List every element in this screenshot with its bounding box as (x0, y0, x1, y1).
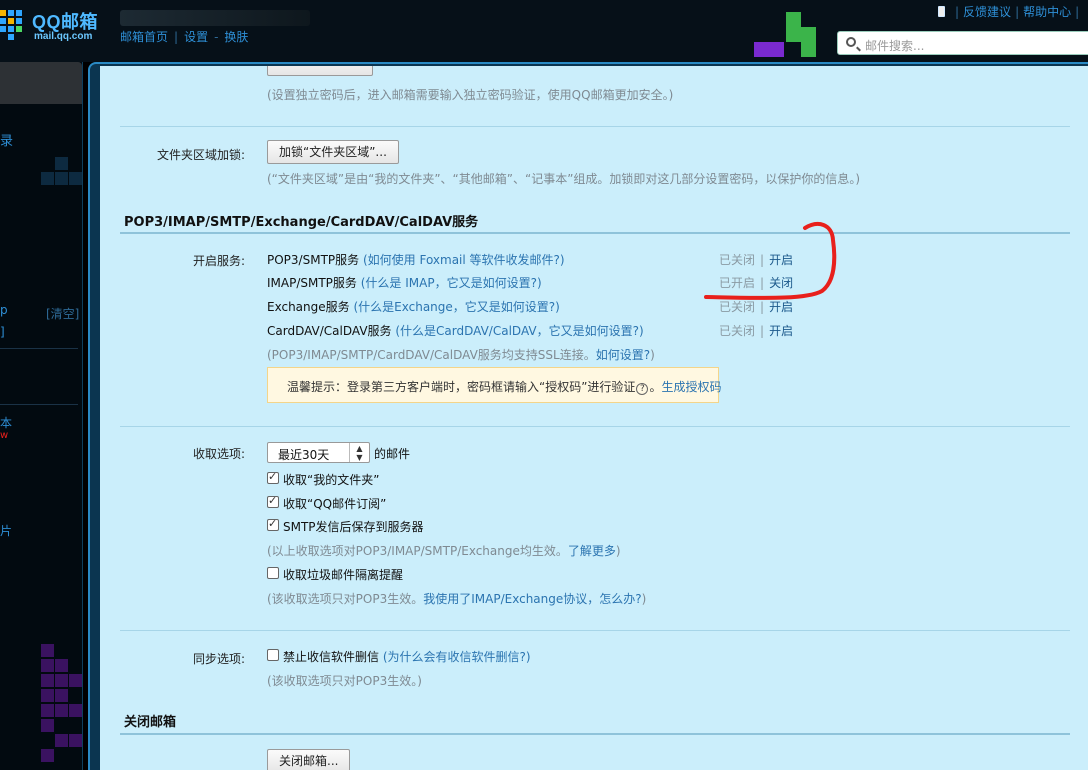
nav-skin-link[interactable]: 换肤 (224, 30, 248, 44)
smtp-save-checkbox[interactable] (267, 517, 279, 531)
nav-settings-link[interactable]: 设置 (184, 30, 208, 44)
service-name: CardDAV/CalDAV服务 (267, 324, 392, 338)
close-mailbox-button[interactable]: 关闭邮箱... (267, 749, 351, 770)
top-links: | 反馈建议 | 帮助中心 | (938, 3, 1083, 20)
sync-hint: (该收取选项只对POP3生效。) (267, 674, 422, 688)
search-input[interactable]: 邮件搜索... (865, 37, 924, 54)
receive-range-select[interactable]: 最近30天 ▲ ▼ (267, 442, 370, 463)
service-status-carddav: 已关闭 | 开启 (719, 324, 794, 338)
receive-my-folders-label: 收取“我的文件夹” (283, 473, 380, 487)
service-row-carddav: CardDAV/CalDAV服务 (什么是CardDAV/CalDAV，它又是如… (267, 322, 644, 339)
receive-hint: (以上收取选项对POP3/IMAP/SMTP/Exchange均生效。了解更多) (267, 544, 621, 558)
ssl-hint: (POP3/IMAP/SMTP/CardDAV/CalDAV服务均支持SSL连接… (267, 348, 655, 362)
settings-panel: (设置独立密码后，进入邮箱需要输入独立密码验证，使用QQ邮箱更加安全。) 文件夹… (100, 66, 1088, 770)
service-row-pop3: POP3/SMTP服务 (如何使用 Foxmail 等软件收发邮件?) (267, 251, 565, 268)
tetris-decoration (752, 12, 818, 60)
left-sidebar: 录 [清空] p ] 本 w 片 (0, 62, 83, 770)
top-bar: QQ邮箱 mail.qq.com 邮箱首页 | 设置 - 换肤 | 反馈建议 | 帮助中心 | … (0, 0, 1088, 62)
receive-qq-subscription-checkbox[interactable] (267, 494, 279, 508)
sidebar-new-badge: w (0, 430, 9, 441)
service-name: POP3/SMTP服务 (267, 253, 360, 267)
spam-notice-checkbox[interactable] (267, 567, 279, 579)
enable-carddav-link[interactable]: 开启 (769, 324, 793, 338)
user-account-blurred (120, 10, 310, 26)
receive-options-label: 收取选项: (192, 447, 245, 461)
feedback-link[interactable]: 反馈建议 (963, 5, 1011, 19)
generate-auth-code-link[interactable]: 生成授权码 (661, 380, 721, 394)
enable-exchange-link[interactable]: 开启 (769, 300, 793, 314)
help-question-icon[interactable]: ? (636, 383, 649, 395)
service-row-exchange: Exchange服务 (什么是Exchange，它又是如何设置?) (267, 298, 560, 315)
help-center-link[interactable]: 帮助中心 (1023, 5, 1071, 19)
receive-range-suffix: 的邮件 (374, 447, 411, 461)
folder-lock-button[interactable]: 加锁“文件夹区域”... (267, 140, 399, 164)
logo-domain: mail.qq.com (34, 31, 93, 42)
service-status-pop3: 已关闭 | 开启 (719, 253, 794, 267)
receive-qq-subscription-label: 收取“QQ邮件订阅” (283, 497, 387, 511)
service-help-link[interactable]: (什么是Exchange，它又是如何设置?) (353, 300, 559, 314)
logo-icon (0, 10, 28, 44)
receive-my-folders-checkbox[interactable] (267, 470, 279, 484)
sync-options-label: 同步选项: (192, 652, 245, 666)
sidebar-fragment-notes[interactable]: 本 (0, 414, 12, 431)
ssl-howto-link[interactable]: 如何设置? (596, 348, 650, 362)
service-name: IMAP/SMTP服务 (267, 276, 357, 290)
why-delete-link[interactable]: (为什么会有收信软件删信?) (383, 650, 531, 664)
enable-pop3-link[interactable]: 开启 (769, 253, 793, 267)
top-nav: 邮箱首页 | 设置 - 换肤 (120, 30, 249, 44)
select-arrow-icon: ▲ ▼ (349, 443, 369, 462)
service-help-link[interactable]: (什么是 IMAP，它又是如何设置?) (361, 276, 542, 290)
sidebar-header (0, 62, 82, 104)
tip-text: 温馨提示：登录第三方客户端时，密码框请输入“授权码”进行验证 (287, 380, 636, 394)
forbid-delete-label: 禁止收信软件删信 (283, 650, 380, 664)
folder-lock-hint: (“文件夹区域”是由“我的文件夹”、“其他邮箱”、“记事本”组成。加锁即对这几部… (267, 172, 861, 186)
sidebar-clear-link[interactable]: [清空] (46, 305, 79, 322)
pop3-section-title: POP3/IMAP/SMTP/Exchange/CardDAV/CalDAV服务 (124, 215, 479, 230)
mobile-icon[interactable] (938, 6, 945, 17)
auth-code-tip-box: 温馨提示：登录第三方客户端时，密码框请输入“授权码”进行验证? 。生成授权码 (267, 367, 721, 403)
close-mailbox-title: 关闭邮箱 (124, 715, 177, 730)
spam-notice-label: 收取垃圾邮件隔离提醒 (283, 568, 404, 582)
password-hint: (设置独立密码后，进入邮箱需要输入独立密码验证，使用QQ邮箱更加安全。) (267, 88, 674, 102)
forbid-delete-checkbox[interactable] (267, 649, 279, 661)
nav-mail-home-link[interactable]: 邮箱首页 (120, 30, 168, 44)
smtp-save-label: SMTP发信后保存到服务器 (283, 520, 424, 534)
search-icon (846, 37, 856, 47)
service-help-link[interactable]: (什么是CardDAV/CalDAV，它又是如何设置?) (395, 324, 643, 338)
mail-search-box[interactable]: 邮件搜索... (837, 31, 1088, 55)
learn-more-link[interactable]: 了解更多 (568, 544, 616, 558)
service-name: Exchange服务 (267, 300, 350, 314)
service-status-imap: 已开启 | 关闭 (719, 276, 794, 290)
disable-imap-link[interactable]: 关闭 (769, 276, 793, 290)
forbid-delete-row: 禁止收信软件删信 (为什么会有收信软件删信?) (283, 648, 531, 665)
pop3-only-hint: (该收取选项只对POP3生效。我使用了IMAP/Exchange协议，怎么办?) (267, 592, 647, 606)
service-row-imap: IMAP/SMTP服务 (什么是 IMAP，它又是如何设置?) (267, 274, 542, 291)
service-status-exchange: 已关闭 | 开启 (719, 300, 794, 314)
independent-password-button[interactable] (267, 66, 373, 76)
enable-service-label: 开启服务: (192, 254, 245, 268)
folder-lock-label: 文件夹区域加锁: (156, 148, 245, 162)
service-help-link[interactable]: (如何使用 Foxmail 等软件收发邮件?) (363, 253, 565, 267)
sidebar-fragment-login[interactable]: 录 (0, 130, 13, 149)
imap-exchange-help-link[interactable]: 我使用了IMAP/Exchange协议，怎么办? (423, 592, 641, 606)
sidebar-fragment-card[interactable]: 片 (0, 522, 12, 539)
